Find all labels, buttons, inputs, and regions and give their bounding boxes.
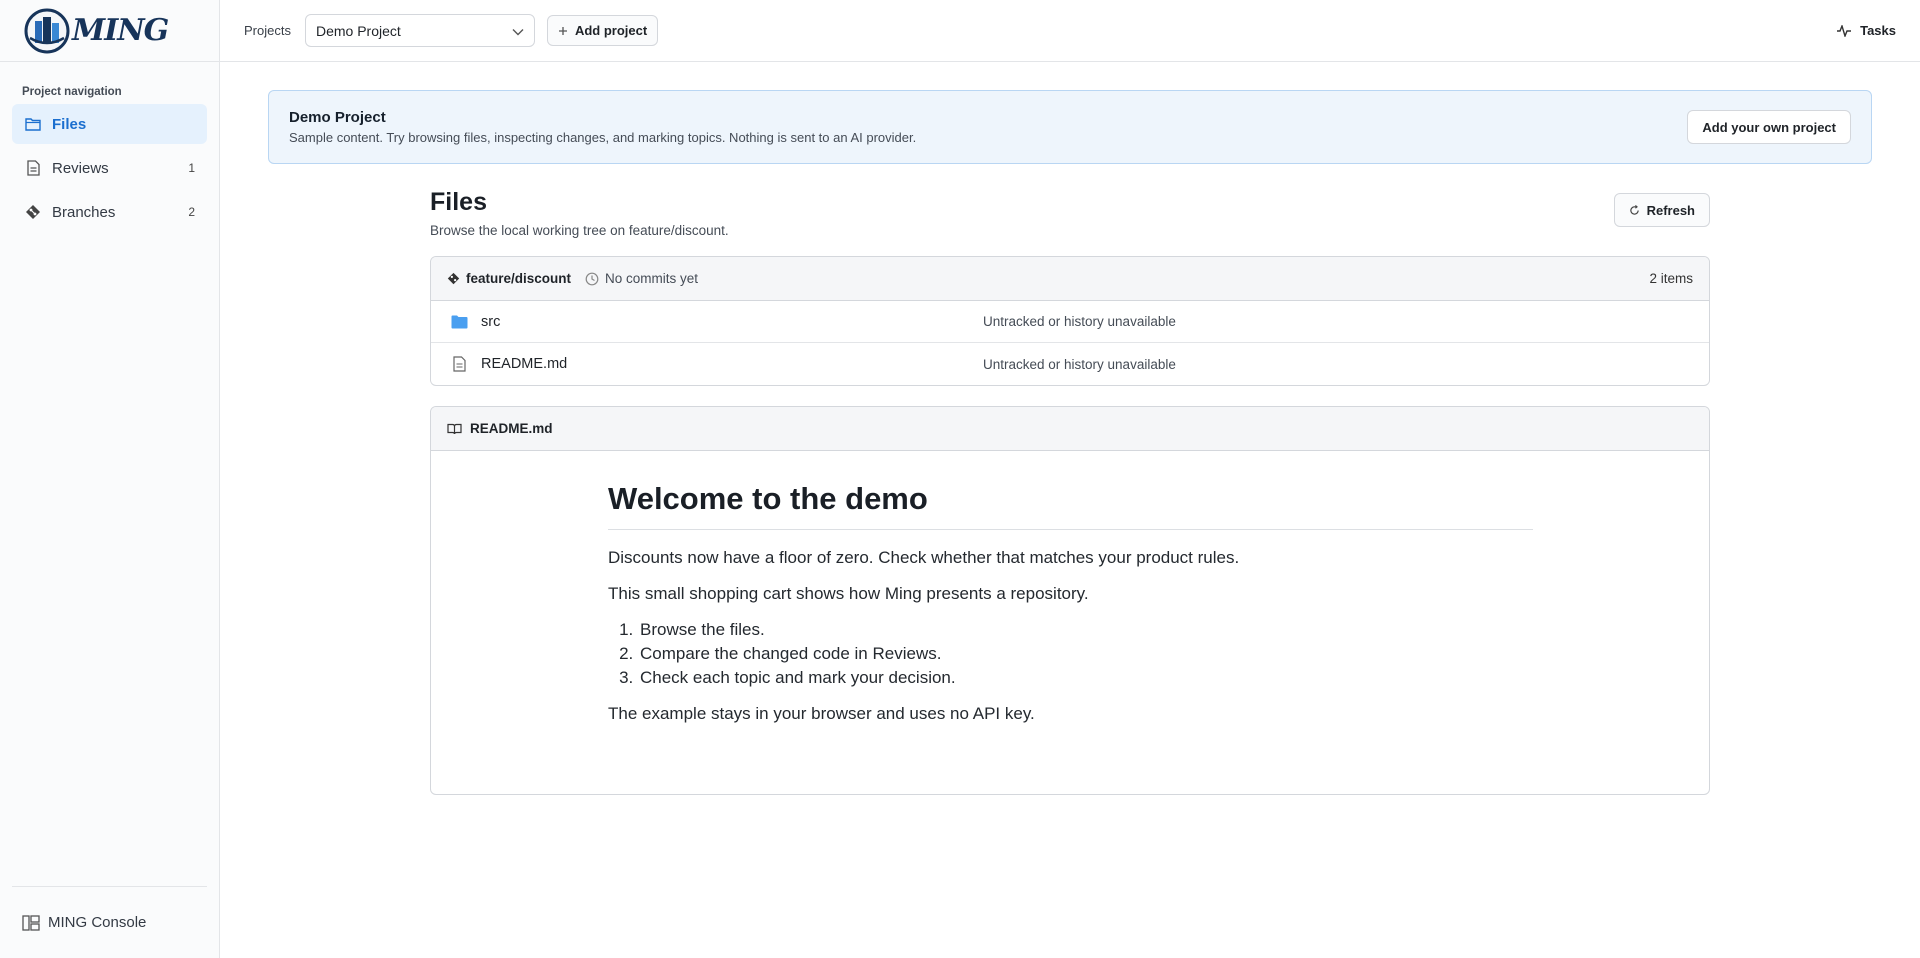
readme-header: README.md <box>431 407 1709 451</box>
folder-icon <box>449 315 469 329</box>
activity-icon <box>1836 24 1852 37</box>
files-header: Files Browse the local working tree on f… <box>430 188 1710 238</box>
banner-subtitle: Sample content. Try browsing files, insp… <box>289 130 917 145</box>
file-status: Untracked or history unavailable <box>983 314 1176 329</box>
list-item: Check each topic and mark your decision. <box>638 668 1533 688</box>
file-status: Untracked or history unavailable <box>983 356 1176 372</box>
table-row[interactable]: README.md Untracked or history unavailab… <box>431 343 1709 385</box>
files-heading: Files Browse the local working tree on f… <box>430 188 729 238</box>
branch-indicator: feature/discount <box>447 271 571 286</box>
file-name: README.md <box>481 356 568 372</box>
file-browser: feature/discount No commits yet 2 items <box>430 256 1710 386</box>
project-nav: Files Reviews 1 Branches 2 <box>0 104 219 236</box>
clock-icon <box>585 272 599 286</box>
demo-banner: Demo Project Sample content. Try browsin… <box>268 90 1872 164</box>
readme-filename: README.md <box>470 421 553 436</box>
refresh-icon <box>1629 204 1640 216</box>
list-item: Compare the changed code in Reviews. <box>638 644 1533 664</box>
git-branch-icon <box>447 272 460 285</box>
tasks-label: Tasks <box>1860 23 1896 38</box>
items-count: 2 items <box>1649 271 1693 286</box>
banner-title: Demo Project <box>289 109 386 126</box>
brand-logo: MING <box>24 8 169 54</box>
book-icon <box>447 423 462 435</box>
commits-text: No commits yet <box>605 271 699 286</box>
brand-name: MING <box>72 13 169 48</box>
nav-caption: Project navigation <box>22 86 122 98</box>
list-item: Browse the files. <box>638 620 1533 640</box>
project-select-value: Demo Project <box>315 22 401 39</box>
brand[interactable]: MING <box>0 0 219 62</box>
file-name: src <box>481 313 501 330</box>
banner-text: Demo Project Sample content. Try browsin… <box>289 109 1687 145</box>
file-icon <box>449 356 469 372</box>
refresh-label: Refresh <box>1646 202 1695 218</box>
project-select[interactable]: Demo Project <box>304 14 535 47</box>
page-title: Files <box>430 188 487 216</box>
main-area: Projects Demo Project Add project Tasks <box>220 0 1920 958</box>
files-content: Files Browse the local working tree on f… <box>430 164 1710 795</box>
page-subtitle: Browse the local working tree on feature… <box>430 223 729 238</box>
add-project-label: Add project <box>574 23 648 38</box>
readme-paragraph: Discounts now have a floor of zero. Chec… <box>608 548 1240 567</box>
sidebar: MING Project navigation Files Reviews 1 <box>0 0 220 958</box>
add-project-button[interactable]: Add project <box>546 15 659 46</box>
readme-heading: Welcome to the demo <box>608 481 1533 530</box>
sidebar-item-label: Files <box>52 115 87 133</box>
readme-steps: Browse the files. Compare the changed co… <box>638 620 1533 688</box>
topbar: Projects Demo Project Add project Tasks <box>220 0 1920 62</box>
commits-indicator: No commits yet <box>585 271 698 286</box>
sidebar-item-count: 1 <box>188 161 195 175</box>
plus-icon <box>558 26 568 36</box>
sidebar-item-files[interactable]: Files <box>12 104 207 144</box>
readme-paragraph: This small shopping cart shows how Ming … <box>608 584 1089 603</box>
sidebar-item-branches[interactable]: Branches 2 <box>12 192 207 232</box>
console-layout-icon <box>22 914 40 931</box>
folder-icon <box>24 115 42 133</box>
sidebar-item-label: Branches <box>52 203 116 221</box>
chevron-down-icon <box>512 23 524 39</box>
readme-body: Welcome to the demo Discounts now have a… <box>431 451 1533 724</box>
git-branch-icon <box>24 203 42 221</box>
add-own-project-button[interactable]: Add your own project <box>1687 110 1851 144</box>
brand-emblem-icon <box>24 8 70 53</box>
sidebar-item-count: 2 <box>188 205 195 219</box>
file-browser-header: feature/discount No commits yet 2 items <box>431 257 1709 301</box>
refresh-button[interactable]: Refresh <box>1613 193 1710 227</box>
console-link[interactable]: MING Console <box>12 886 207 958</box>
readme-preview: README.md Welcome to the demo Discounts … <box>430 406 1710 795</box>
projects-label: Projects <box>244 23 291 38</box>
sidebar-item-label: Reviews <box>52 159 109 177</box>
sidebar-item-reviews[interactable]: Reviews 1 <box>12 148 207 188</box>
tasks-button[interactable]: Tasks <box>1836 23 1896 38</box>
console-label: MING Console <box>48 914 147 931</box>
readme-paragraph: The example stays in your browser and us… <box>608 704 1035 723</box>
document-icon <box>24 159 42 177</box>
table-row[interactable]: src Untracked or history unavailable <box>431 301 1709 343</box>
branch-name: feature/discount <box>466 271 572 286</box>
app-shell: MING Project navigation Files Reviews 1 <box>0 0 1920 958</box>
